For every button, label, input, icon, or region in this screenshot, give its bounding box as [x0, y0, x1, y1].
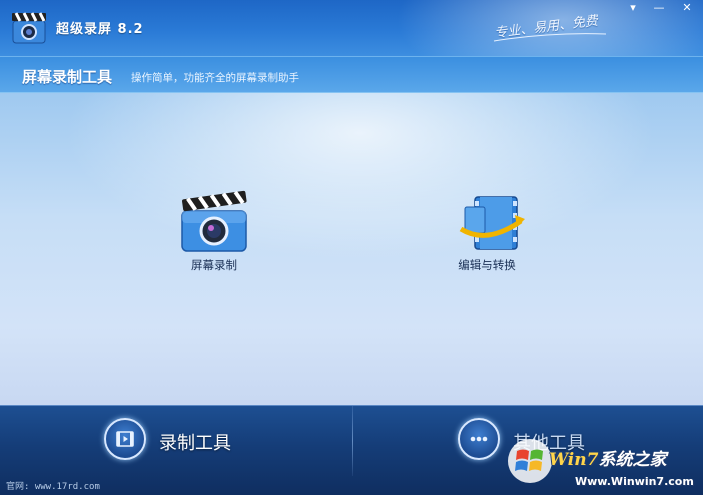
app-logo-icon: [12, 12, 46, 44]
film-icon: [116, 431, 134, 447]
app-title: 超级录屏 8.2: [56, 22, 144, 37]
clapperboard-camera-icon: [181, 190, 247, 252]
menu-button[interactable]: ▾: [621, 0, 645, 16]
watermark-title-suffix: 系统之家: [598, 450, 667, 470]
watermark-title-prefix: Win7: [549, 450, 599, 470]
watermark-title: Win7系统之家: [549, 445, 666, 470]
nav-record-tools[interactable]: 录制工具: [104, 416, 264, 466]
watermark: Win7系统之家 Www.Winwin7.com: [505, 437, 703, 494]
screen-record-label: 屏幕录制: [191, 258, 237, 272]
more-dots-icon: [470, 436, 488, 442]
tools-panel: 屏幕录制 编辑与转换: [0, 93, 703, 405]
close-button[interactable]: ✕: [675, 0, 699, 16]
section-title: 屏幕录制工具: [22, 68, 113, 86]
edit-convert-tool[interactable]: 编辑与转换: [432, 193, 542, 273]
windows-logo-icon: [508, 439, 552, 483]
section-subtitle: 操作简单，功能齐全的屏幕录制助手: [131, 72, 299, 84]
slogan-underline-icon: [493, 33, 607, 42]
minimize-button[interactable]: —: [647, 0, 671, 16]
nav-divider: [352, 406, 353, 476]
film-convert-icon: [459, 196, 525, 250]
watermark-url: Www.Winwin7.com: [575, 475, 694, 488]
screen-record-tool[interactable]: 屏幕录制: [159, 189, 269, 273]
nav-record-circle: [104, 418, 146, 460]
title-bar: 超级录屏 8.2 专业、易用、免费 ▾ — ✕: [0, 0, 703, 56]
section-header: 屏幕录制工具 操作简单，功能齐全的屏幕录制助手: [0, 56, 703, 93]
nav-record-label: 录制工具: [159, 433, 231, 454]
nav-other-circle: [458, 418, 500, 460]
edit-convert-label: 编辑与转换: [458, 258, 516, 272]
website-link[interactable]: 官网: www.17rd.com: [6, 479, 100, 492]
